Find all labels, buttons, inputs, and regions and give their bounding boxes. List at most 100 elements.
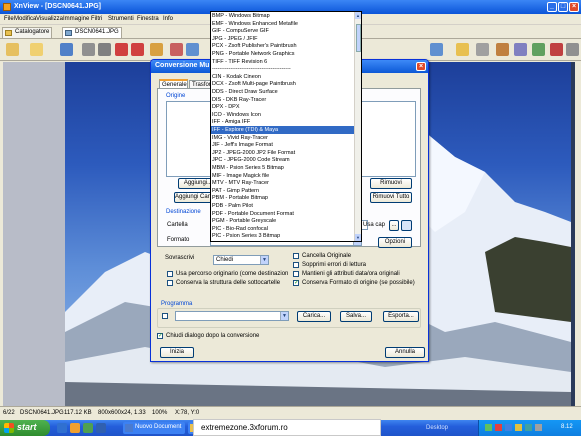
tray-icon[interactable]	[505, 424, 512, 431]
photo-left-border	[3, 62, 65, 406]
tab-generale[interactable]: Generale	[159, 79, 188, 88]
menu-filtri[interactable]: Filtri	[91, 16, 102, 22]
cartella-label: Cartella	[167, 222, 188, 228]
browse-folder-icon[interactable]	[6, 43, 19, 56]
ie-icon[interactable]	[57, 423, 67, 433]
task-nuovo-documento[interactable]: Nuovo Document	[123, 422, 185, 434]
start-label: start	[17, 422, 37, 432]
zoom-icon[interactable]	[430, 43, 443, 56]
format-dropdown-list[interactable]: BMP - Windows Bitmap EMF - Windows Enhanc…	[210, 11, 362, 242]
cancella-originale-label: Cancella Originale	[302, 253, 352, 259]
fullscreen-icon[interactable]	[514, 43, 527, 56]
undo-icon[interactable]	[82, 43, 95, 56]
tab-catalogatore[interactable]: Catalogatore	[2, 27, 52, 38]
red-eye-icon[interactable]	[550, 43, 563, 56]
chiudi-dialogo-label: Chiudi dialogo dopo la conversione	[166, 333, 260, 339]
image-icon	[65, 30, 72, 36]
system-tray: 8.12	[478, 420, 581, 436]
open-folder-icon[interactable]	[401, 220, 412, 231]
xnview-app-icon	[3, 3, 11, 11]
menu-finestra[interactable]: Finestra	[137, 16, 159, 22]
menu-modifica[interactable]: Modifica	[14, 16, 36, 22]
save-icon[interactable]	[60, 43, 73, 56]
clock[interactable]: 8.12	[561, 424, 573, 430]
rotate-right-icon[interactable]	[131, 43, 144, 56]
origine-label: Origine	[166, 93, 186, 99]
info-icon[interactable]	[566, 43, 579, 56]
destinazione-label: Destinazione	[166, 209, 201, 215]
rimuovi-button[interactable]: Rimuovi	[370, 178, 412, 189]
usa-cap-label: Usa cap	[363, 222, 386, 228]
sovrascrivi-select[interactable]: Chiedi ▼	[213, 255, 269, 265]
rotate-left-icon[interactable]	[115, 43, 128, 56]
usa-percorso-checkbox[interactable]	[167, 271, 173, 277]
cancella-originale-checkbox[interactable]	[293, 253, 299, 259]
conserva-formato-label: Conserva Formato di origine (se possibil…	[302, 280, 415, 286]
desktop-toolbar-label[interactable]: Desktop	[426, 425, 448, 431]
sopprimi-errori-checkbox[interactable]	[293, 262, 299, 268]
status-coords: X:78, Y:0	[175, 410, 200, 416]
filter-icon[interactable]	[532, 43, 545, 56]
menu-visualizza[interactable]: Visualizza	[36, 16, 63, 22]
sovrascrivi-label: Sovrascrivi	[165, 255, 195, 261]
chevron-down-icon[interactable]: ▼	[280, 312, 288, 320]
inizia-button[interactable]: Inizia	[160, 347, 194, 358]
tray-icon[interactable]	[485, 424, 492, 431]
slideshow-icon[interactable]	[456, 43, 469, 56]
menu-strumenti[interactable]: Strumenti	[108, 16, 134, 22]
rimuovi-tutto-button[interactable]: Rimuovi Tutto	[370, 192, 412, 203]
quicklaunch-icon[interactable]	[96, 423, 106, 433]
conserva-struttura-checkbox[interactable]	[167, 280, 173, 286]
annulla-button[interactable]: Annulla	[385, 347, 425, 358]
browse-button[interactable]: ...	[389, 220, 399, 231]
previous-icon[interactable]	[170, 43, 183, 56]
maximize-button[interactable]: □	[558, 2, 568, 12]
flip-icon[interactable]	[150, 43, 163, 56]
opzioni-button[interactable]: Opzioni	[378, 237, 412, 248]
tab-dscn0641[interactable]: DSCN0641.JPG	[62, 27, 122, 38]
format-option[interactable]: PIC - Psion Series 3 Bitmap	[211, 232, 355, 240]
close-button[interactable]: ×	[569, 2, 579, 12]
formato-label: Formato	[167, 237, 190, 243]
mantieni-attributi-checkbox[interactable]	[293, 271, 299, 277]
chevron-down-icon[interactable]: ▼	[260, 256, 268, 264]
salva-button[interactable]: Salva...	[340, 311, 372, 322]
windows-logo-icon	[4, 423, 14, 433]
scroll-thumb[interactable]	[356, 24, 361, 52]
tab-dscn0641-label: DSCN0641.JPG	[75, 29, 119, 35]
esporta-button[interactable]: Esporta...	[383, 311, 419, 322]
menu-immagine[interactable]: Immagine	[63, 16, 89, 22]
chiudi-dialogo-checkbox[interactable]: ✓	[157, 333, 163, 339]
status-dimensions: 800x600x24, 1.33	[98, 410, 146, 416]
programma-select[interactable]: ▼	[175, 311, 289, 321]
scroll-down-icon[interactable]: ▼	[355, 234, 361, 241]
folder-icon	[5, 30, 12, 36]
status-filesize: 117.12 KB	[64, 410, 92, 416]
programma-checkbox[interactable]	[162, 313, 168, 319]
quicklaunch-icon[interactable]	[83, 423, 93, 433]
tray-icon[interactable]	[495, 424, 502, 431]
status-zoom: 100%	[152, 410, 168, 416]
start-button[interactable]: start	[0, 420, 50, 436]
minimize-button[interactable]: _	[547, 2, 557, 12]
next-icon[interactable]	[186, 43, 199, 56]
conserva-struttura-label: Conserva la struttura delle sottocartell…	[176, 280, 281, 286]
format-list-scrollbar[interactable]: ▲ ▼	[354, 12, 361, 241]
status-filename: DSCN0641.JPG	[20, 410, 64, 416]
menu-file[interactable]: File	[4, 16, 14, 22]
open-icon[interactable]	[30, 43, 43, 56]
watermark-text: extremezone.3xforum.ro	[193, 419, 381, 436]
scroll-up-icon[interactable]: ▲	[355, 12, 361, 19]
cut-icon[interactable]	[98, 43, 111, 56]
tab-catalogatore-label: Catalogatore	[15, 29, 50, 35]
dialog-close-button[interactable]: ×	[416, 62, 426, 71]
conserva-formato-checkbox[interactable]: ✓	[293, 280, 299, 286]
menu-info[interactable]: Info	[163, 16, 173, 22]
carica-button[interactable]: Carica...	[297, 311, 331, 322]
tray-icon[interactable]	[525, 424, 532, 431]
tray-icon[interactable]	[535, 424, 542, 431]
print-icon[interactable]	[476, 43, 489, 56]
media-icon[interactable]	[70, 423, 80, 433]
tray-icon[interactable]	[515, 424, 522, 431]
edit-icon[interactable]	[496, 43, 509, 56]
